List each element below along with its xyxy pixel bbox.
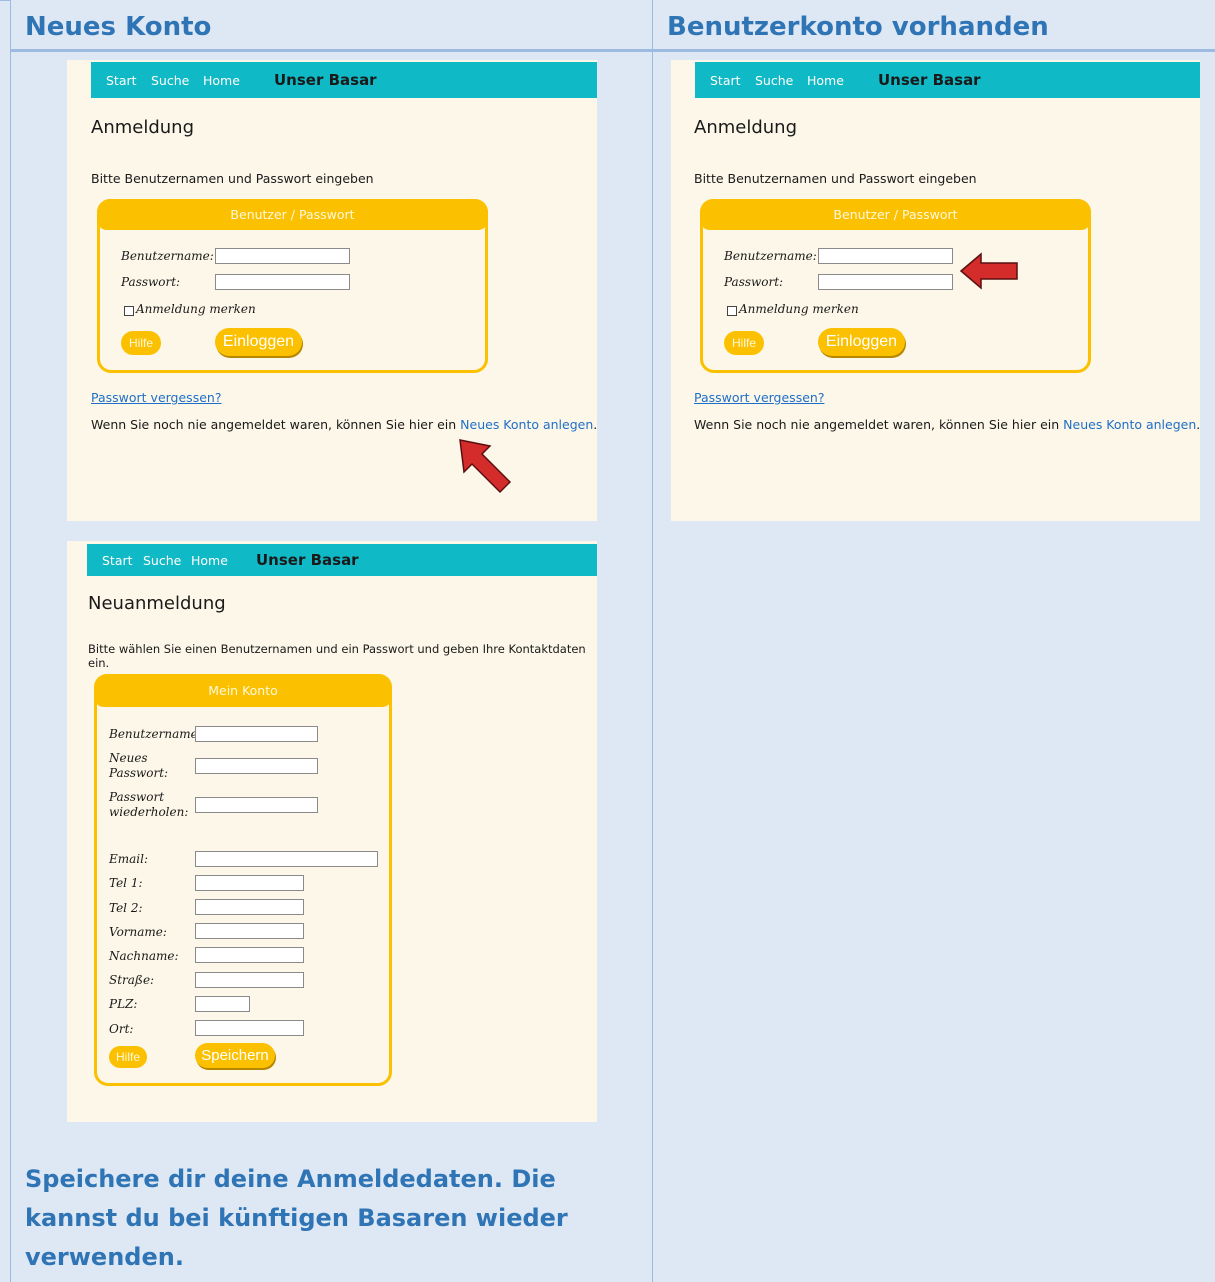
- nav-suche[interactable]: Suche: [755, 73, 793, 88]
- column-header-left: Neues Konto: [11, 0, 652, 52]
- password-label: Passwort:: [121, 275, 181, 289]
- page-title: Anmeldung: [694, 117, 797, 138]
- panel-title: Mein Konto: [94, 674, 392, 707]
- login-intro: Bitte Benutzernamen und Passwort eingebe…: [694, 171, 977, 186]
- login-button[interactable]: Einloggen: [215, 328, 302, 356]
- column-neues-konto: Neues Konto Start Suche Home Unser Basar…: [10, 0, 653, 1282]
- login-button[interactable]: Einloggen: [818, 328, 905, 356]
- login-screenshot-right: Start Suche Home Unser Basar Anmeldung B…: [671, 60, 1200, 521]
- nav-start[interactable]: Start: [710, 73, 741, 88]
- new-account-link[interactable]: Neues Konto anlegen: [1063, 417, 1196, 432]
- nav-brand[interactable]: Unser Basar: [274, 71, 377, 89]
- nav-home[interactable]: Home: [203, 73, 240, 88]
- footer-note: Speichere dir deine Anmeldedaten. Die ka…: [25, 1165, 568, 1271]
- reg-nachname-input[interactable]: [195, 947, 304, 963]
- reg-plz-input[interactable]: [195, 996, 250, 1012]
- reg-help-button[interactable]: Hilfe: [109, 1046, 147, 1068]
- register-intro: Bitte wählen Sie einen Benutzernamen und…: [88, 642, 586, 670]
- reg-ort-input[interactable]: [195, 1020, 304, 1036]
- forgot-password-text[interactable]: Passwort vergessen?: [91, 390, 221, 405]
- navbar: Start Suche Home Unser Basar: [91, 62, 597, 98]
- remember-checkbox[interactable]: [124, 306, 134, 316]
- reg-tel1-input[interactable]: [195, 875, 304, 891]
- nav-home[interactable]: Home: [807, 73, 844, 88]
- help-button[interactable]: Hilfe: [121, 331, 161, 355]
- reg-strasse-label: Straße:: [109, 973, 155, 987]
- new-account-prefix: Wenn Sie noch nie angemeldet waren, könn…: [91, 417, 461, 432]
- password-label: Passwort:: [724, 275, 784, 289]
- reg-email-input[interactable]: [195, 851, 378, 867]
- reg-strasse-input[interactable]: [195, 972, 304, 988]
- forgot-password-link[interactable]: Passwort vergessen?: [694, 387, 824, 406]
- username-input[interactable]: [215, 248, 350, 264]
- reg-ort-label: Ort:: [109, 1022, 134, 1036]
- login-panel: Benutzer / Passwort Benutzername: Passwo…: [700, 199, 1091, 373]
- reg-new-password-input[interactable]: [195, 758, 318, 774]
- nav-brand[interactable]: Unser Basar: [878, 71, 981, 89]
- red-arrow-icon: [959, 252, 1018, 290]
- navbar: Start Suche Home Unser Basar: [87, 544, 597, 576]
- login-intro: Bitte Benutzernamen und Passwort eingebe…: [91, 171, 374, 186]
- username-label: Benutzername:: [724, 249, 817, 263]
- reg-vorname-input[interactable]: [195, 923, 304, 939]
- login-screenshot-left: Start Suche Home Unser Basar Anmeldung B…: [67, 60, 597, 521]
- forgot-password-link[interactable]: Passwort vergessen?: [91, 387, 221, 406]
- panel-title: Benutzer / Passwort: [97, 199, 488, 230]
- help-button[interactable]: Hilfe: [724, 331, 764, 355]
- navbar: Start Suche Home Unser Basar: [695, 62, 1200, 98]
- new-account-suffix: .: [1196, 417, 1201, 432]
- reg-repeat-password-input[interactable]: [195, 797, 318, 813]
- account-panel: Mein Konto Benutzername: Neues Passwort:…: [94, 674, 392, 1086]
- remember-label: Anmeldung merken: [739, 302, 859, 316]
- nav-start[interactable]: Start: [102, 553, 133, 568]
- remember-label: Anmeldung merken: [136, 302, 256, 316]
- save-button[interactable]: Speichern: [195, 1043, 275, 1068]
- new-account-link[interactable]: Neues Konto anlegen: [460, 417, 593, 432]
- nav-brand[interactable]: Unser Basar: [256, 551, 359, 569]
- nav-suche[interactable]: Suche: [143, 553, 181, 568]
- nav-home[interactable]: Home: [191, 553, 228, 568]
- red-arrow-icon: [459, 439, 512, 494]
- column-header-right: Benutzerkonto vorhanden: [653, 0, 1215, 52]
- password-input[interactable]: [215, 274, 350, 290]
- login-panel: Benutzer / Passwort Benutzername: Passwo…: [97, 199, 488, 373]
- panel-title: Benutzer / Passwort: [700, 199, 1091, 230]
- password-input[interactable]: [818, 274, 953, 290]
- reg-username-input[interactable]: [195, 726, 318, 742]
- reg-username-label: Benutzername:: [109, 727, 202, 741]
- column-benutzerkonto-vorhanden: Benutzerkonto vorhanden Start Suche Home…: [653, 0, 1215, 1282]
- page-title: Neuanmeldung: [88, 593, 226, 614]
- reg-vorname-label: Vorname:: [109, 925, 167, 939]
- reg-email-label: Email:: [109, 852, 149, 866]
- forgot-password-text[interactable]: Passwort vergessen?: [694, 390, 824, 405]
- reg-tel2-input[interactable]: [195, 899, 304, 915]
- username-input[interactable]: [818, 248, 953, 264]
- new-account-prefix: Wenn Sie noch nie angemeldet waren, könn…: [694, 417, 1064, 432]
- new-account-text: Wenn Sie noch nie angemeldet waren, könn…: [91, 417, 597, 432]
- username-label: Benutzername:: [121, 249, 214, 263]
- page-title: Anmeldung: [91, 117, 194, 138]
- new-account-text: Wenn Sie noch nie angemeldet waren, könn…: [694, 417, 1200, 432]
- nav-suche[interactable]: Suche: [151, 73, 189, 88]
- reg-tel1-label: Tel 1:: [109, 876, 143, 890]
- reg-new-password-label: Neues Passwort:: [109, 751, 169, 780]
- nav-start[interactable]: Start: [106, 73, 137, 88]
- reg-tel2-label: Tel 2:: [109, 901, 143, 915]
- reg-repeat-password-label: Passwort wiederholen:: [109, 790, 189, 819]
- register-screenshot: Start Suche Home Unser Basar Neuanmeldun…: [67, 541, 597, 1122]
- new-account-suffix: .: [593, 417, 598, 432]
- reg-nachname-label: Nachname:: [109, 949, 179, 963]
- remember-checkbox[interactable]: [727, 306, 737, 316]
- reg-plz-label: PLZ:: [109, 997, 138, 1011]
